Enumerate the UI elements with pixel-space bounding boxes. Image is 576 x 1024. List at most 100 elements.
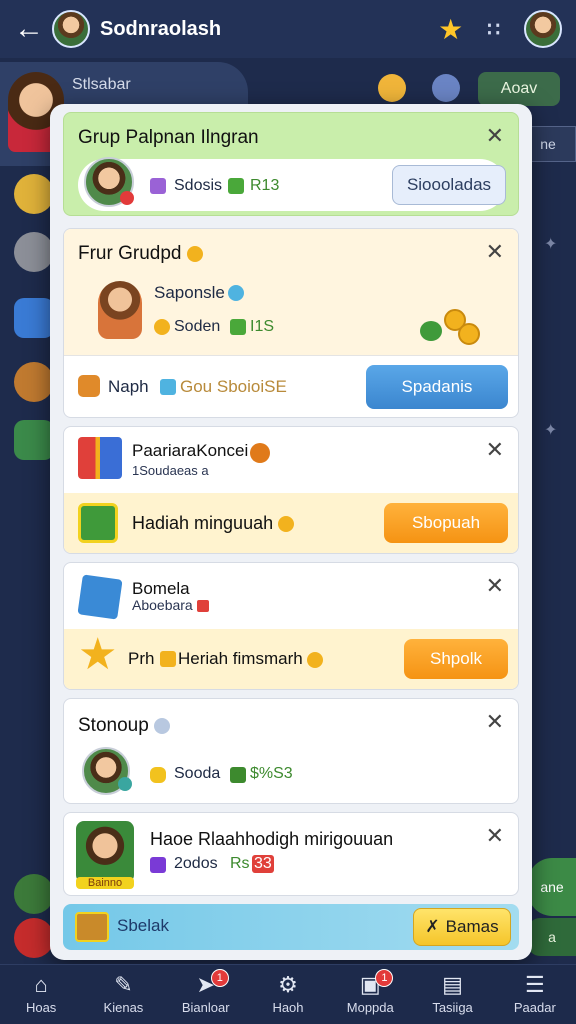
divider [64, 355, 518, 356]
info-a: Soden [174, 318, 221, 335]
grid-icon[interactable]: ∷ [487, 17, 500, 42]
nav-edit[interactable]: ✎ Kienas [82, 965, 164, 1024]
sparkle-icon: ✦ [544, 236, 558, 253]
nav-home[interactable]: ⌂ Hoas [0, 965, 82, 1024]
background-green-pill[interactable]: ane [528, 858, 576, 916]
info-c: 33 [252, 855, 274, 873]
coin-icon [278, 516, 295, 533]
info-a: Sooda [174, 765, 221, 782]
card-1-button[interactable]: Sioooladas [392, 165, 506, 205]
info-b: $%S3 [250, 765, 293, 782]
nav-card[interactable]: ▣ 1 Moppda [329, 965, 411, 1024]
badge-side-icon [14, 232, 54, 272]
nav-label: Moppda [346, 1000, 394, 1015]
row-b: Gou SboioiSE [180, 377, 287, 396]
info-b: Rs [230, 855, 250, 872]
coins-stack-icon [420, 309, 484, 347]
footer-button-label: Bamas [445, 917, 499, 936]
character-frame: Bainno [76, 821, 134, 889]
nav-arrow[interactable]: ➤ 1 Bianloar [165, 965, 247, 1024]
card-subtitle: 1Soudaeas a [132, 463, 209, 478]
heart-icon [120, 191, 134, 205]
row-text: Hadiah minguuah [132, 513, 295, 534]
back-arrow-icon[interactable]: ← [14, 14, 44, 44]
check-icon [228, 178, 244, 194]
gift-icon [78, 437, 122, 479]
close-icon[interactable]: ✕ [486, 439, 504, 461]
edit-icon: ✎ [114, 972, 133, 997]
red-side-icon [14, 918, 54, 958]
nav-label: Kienas [103, 1000, 144, 1015]
coin-icon [307, 651, 324, 668]
card-subtitle: Aboebara [132, 597, 209, 613]
footer-button[interactable]: ✗ Bamas [413, 908, 511, 946]
card-title: Stonoup [78, 715, 171, 737]
background-pill-button[interactable]: Aoav [478, 72, 560, 106]
profile-avatar[interactable] [524, 10, 562, 48]
nav-folder[interactable]: ▤ Tasiiga [411, 965, 493, 1024]
tools-icon: ✗ [425, 917, 440, 936]
card-title: Haoe Rlaahhodigh mirigouuan [150, 829, 394, 849]
card-2-button[interactable]: Spadanis [366, 365, 508, 409]
app-title: Sodnraolash [100, 17, 222, 40]
sparkle-icon: ✦ [544, 422, 558, 439]
notification-badge: 1 [210, 969, 229, 987]
card-package: Bomela Aboebara ✕ ★ Prh Heriah fimsmarh … [63, 562, 519, 690]
card-weekly-reward: Bainno Haoe Rlaahhodigh mirigouuan ✕ 2od… [63, 812, 519, 896]
character-name: Saponsle [154, 283, 225, 302]
verified-icon [228, 285, 244, 301]
row-b: Heriah fimsmarh [178, 649, 324, 669]
compass-icon [432, 74, 460, 102]
banana-icon [78, 503, 118, 543]
info-a: 2odos [174, 855, 218, 872]
close-icon[interactable]: ✕ [486, 711, 504, 733]
nav-label: Tasiiga [432, 1000, 473, 1015]
flag-icon [196, 600, 209, 613]
nav-label: Hoas [25, 1000, 57, 1015]
background-green-pill-2[interactable]: a [528, 918, 576, 956]
sparkle-icon [150, 178, 166, 194]
green-side-icon [14, 874, 54, 914]
pen-icon [160, 379, 176, 395]
card-weekly-gift: PaariaraKoncei 1Soudaeas a ✕ Hadiah ming… [63, 426, 519, 554]
home-icon: ⌂ [34, 972, 48, 997]
star-side-icon [14, 174, 54, 214]
bottom-nav: ⌂ Hoas ✎ Kienas ➤ 1 Bianloar ⚙ Haoh ▣ 1 Moppda … [0, 964, 576, 1024]
nav-label: Bianloar [181, 1000, 230, 1015]
close-icon[interactable]: ✕ [486, 125, 504, 147]
row-a: Prh [128, 649, 155, 668]
treasure-icon [75, 912, 109, 942]
card-3-button[interactable]: Sbopuah [384, 503, 508, 543]
card-stonoup: Stonoup ✕ Sooda $%S3 [63, 698, 519, 804]
lion-side-icon [14, 362, 54, 402]
frame-label: Bainno [76, 877, 134, 889]
menu-icon: ☰ [524, 972, 545, 997]
info-b: I1S [250, 318, 275, 335]
nav-menu[interactable]: ☰ Paadar [494, 965, 576, 1024]
cube-icon [150, 857, 166, 873]
close-icon[interactable]: ✕ [486, 575, 504, 597]
top-bar: ← Sodnraolash ★ ∷ [0, 0, 576, 58]
card-4-button[interactable]: Shpolk [404, 639, 508, 679]
card-title: PaariaraKoncei [132, 441, 249, 460]
star-icon[interactable]: ★ [438, 13, 463, 46]
card-title: Bomela [132, 579, 190, 598]
nav-label: Haoh [272, 1000, 304, 1015]
info-b: R13 [250, 177, 280, 194]
box-icon [77, 574, 123, 620]
avatar[interactable] [52, 10, 90, 48]
nav-label: Paadar [513, 1000, 556, 1015]
gear-icon: ⚙ [278, 972, 298, 997]
close-icon[interactable]: ✕ [486, 241, 504, 263]
pencil-icon [160, 651, 176, 667]
card-group: Grup Palpnan Ilngran ✕ Sdosis R13 Sioool… [63, 112, 519, 216]
info-a: Sdosis [174, 177, 223, 194]
close-icon[interactable]: ✕ [486, 825, 504, 847]
folder-icon: ▤ [442, 972, 463, 997]
leaf-icon [230, 767, 246, 783]
notification-badge: 1 [375, 969, 394, 987]
nav-settings[interactable]: ⚙ Haoh [247, 965, 329, 1024]
footer-label: Sbelak [117, 916, 169, 935]
lion-icon [78, 375, 100, 397]
calendar-side-icon [14, 298, 54, 338]
